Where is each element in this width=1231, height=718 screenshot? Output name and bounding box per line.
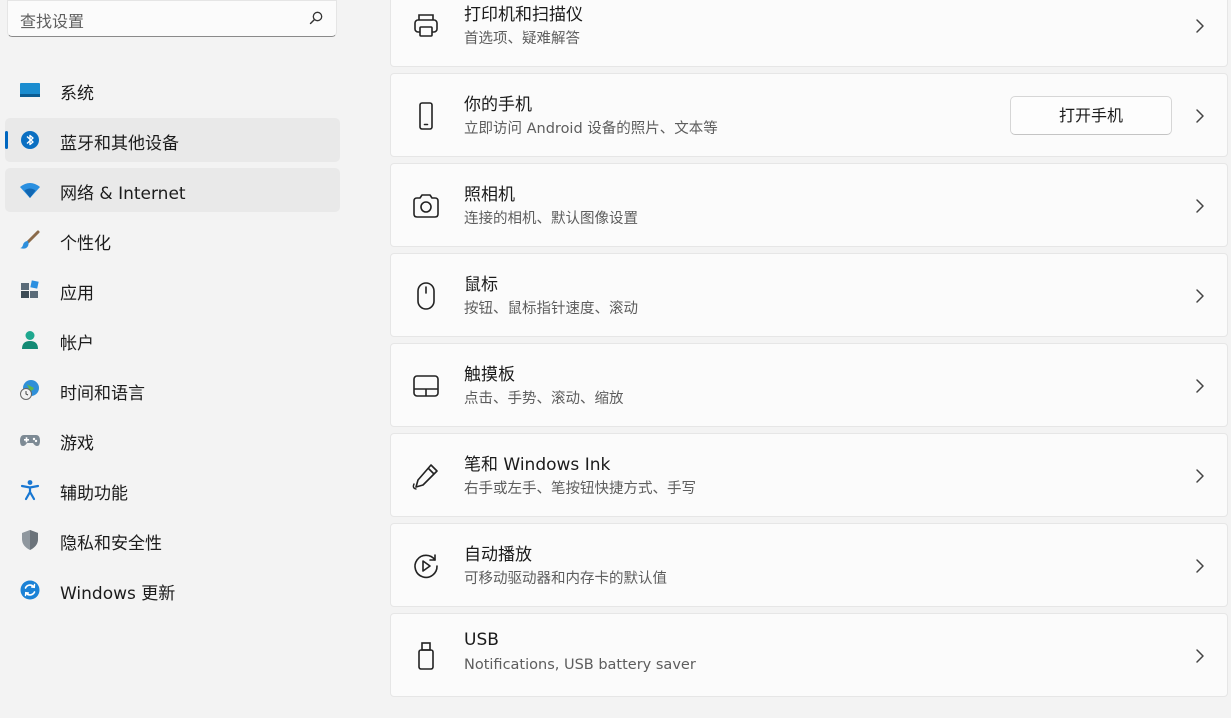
- search-input[interactable]: 查找设置: [20, 8, 84, 32]
- account-icon: [18, 329, 42, 351]
- sidebar-item-windows-update[interactable]: Windows 更新: [5, 568, 340, 612]
- printer-icon: [411, 12, 441, 40]
- pen-icon: [411, 462, 441, 490]
- update-icon: [18, 579, 42, 601]
- settings-card-your-phone[interactable]: 你的手机 立即访问 Android 设备的照片、文本等 打开手机: [390, 73, 1228, 157]
- accessibility-icon: [18, 479, 42, 501]
- card-title: 自动播放: [464, 545, 532, 565]
- mouse-icon: [411, 282, 441, 310]
- sidebar-item-gaming[interactable]: 游戏: [5, 418, 340, 462]
- card-subtitle: 立即访问 Android 设备的照片、文本等: [464, 121, 718, 137]
- sidebar-item-accounts[interactable]: 帐户: [5, 318, 340, 362]
- sidebar: 查找设置 系统 蓝牙和其他设备 网络 & Internet 个性化 应用 帐户 …: [0, 0, 380, 718]
- search-box[interactable]: 查找设置: [7, 0, 337, 37]
- sidebar-item-accessibility[interactable]: 辅助功能: [5, 468, 340, 512]
- wifi-icon: [18, 179, 42, 201]
- sidebar-item-system[interactable]: 系统: [5, 68, 340, 112]
- card-title: USB: [464, 630, 499, 650]
- chevron-right-icon: [1195, 558, 1205, 574]
- search-icon[interactable]: [308, 10, 324, 26]
- chevron-right-icon: [1195, 288, 1205, 304]
- open-phone-button[interactable]: 打开手机: [1010, 96, 1172, 135]
- chevron-right-icon: [1195, 378, 1205, 394]
- settings-card-usb[interactable]: USB Notifications, USB battery saver: [390, 613, 1228, 697]
- apps-icon: [18, 279, 42, 301]
- card-subtitle: 可移动驱动器和内存卡的默认值: [464, 571, 667, 587]
- card-subtitle: 连接的相机、默认图像设置: [464, 211, 638, 227]
- card-title: 笔和 Windows Ink: [464, 455, 611, 475]
- usb-icon: [411, 642, 441, 670]
- gamepad-icon: [18, 429, 42, 451]
- phone-icon: [411, 102, 441, 130]
- sidebar-item-label: 帐户: [60, 334, 94, 354]
- sidebar-item-label: 个性化: [60, 234, 111, 254]
- card-title: 打印机和扫描仪: [464, 5, 583, 25]
- card-title: 触摸板: [464, 365, 515, 385]
- autoplay-icon: [411, 552, 441, 580]
- sidebar-item-label: 应用: [60, 284, 94, 304]
- card-subtitle: 按钮、鼠标指针速度、滚动: [464, 301, 638, 317]
- card-subtitle: Notifications, USB battery saver: [464, 657, 696, 673]
- monitor-icon: [18, 79, 42, 101]
- touchpad-icon: [411, 372, 441, 400]
- sidebar-item-label: 网络 & Internet: [60, 184, 186, 204]
- sidebar-item-label: 辅助功能: [60, 484, 128, 504]
- sidebar-item-label: 时间和语言: [60, 384, 145, 404]
- chevron-right-icon: [1195, 648, 1205, 664]
- settings-card-touchpad[interactable]: 触摸板 点击、手势、滚动、缩放: [390, 343, 1228, 427]
- shield-icon: [18, 529, 42, 551]
- settings-card-autoplay[interactable]: 自动播放 可移动驱动器和内存卡的默认值: [390, 523, 1228, 607]
- card-title: 照相机: [464, 185, 515, 205]
- sidebar-item-bluetooth-devices[interactable]: 蓝牙和其他设备: [5, 118, 340, 162]
- sidebar-item-apps[interactable]: 应用: [5, 268, 340, 312]
- card-title: 你的手机: [464, 95, 532, 115]
- camera-icon: [411, 192, 441, 220]
- brush-icon: [18, 229, 42, 251]
- card-subtitle: 首选项、疑难解答: [464, 31, 580, 47]
- settings-card-printers[interactable]: 打印机和扫描仪 首选项、疑难解答: [390, 0, 1228, 67]
- card-subtitle: 右手或左手、笔按钮快捷方式、手写: [464, 481, 696, 497]
- globe-clock-icon: [18, 379, 42, 401]
- active-indicator: [5, 131, 8, 149]
- sidebar-item-network[interactable]: 网络 & Internet: [5, 168, 340, 212]
- sidebar-item-label: 系统: [60, 84, 94, 104]
- sidebar-item-privacy-security[interactable]: 隐私和安全性: [5, 518, 340, 562]
- chevron-right-icon: [1195, 18, 1205, 34]
- sidebar-item-label: 游戏: [60, 434, 94, 454]
- settings-card-pen-windows-ink[interactable]: 笔和 Windows Ink 右手或左手、笔按钮快捷方式、手写: [390, 433, 1228, 517]
- sidebar-item-personalization[interactable]: 个性化: [5, 218, 340, 262]
- card-title: 鼠标: [464, 275, 498, 295]
- bluetooth-icon: [18, 129, 42, 151]
- settings-card-camera[interactable]: 照相机 连接的相机、默认图像设置: [390, 163, 1228, 247]
- card-subtitle: 点击、手势、滚动、缩放: [464, 391, 624, 407]
- sidebar-item-label: Windows 更新: [60, 584, 176, 604]
- sidebar-item-label: 隐私和安全性: [60, 534, 162, 554]
- chevron-right-icon: [1195, 198, 1205, 214]
- sidebar-item-time-language[interactable]: 时间和语言: [5, 368, 340, 412]
- chevron-right-icon: [1195, 108, 1205, 124]
- sidebar-item-label: 蓝牙和其他设备: [60, 134, 179, 154]
- settings-card-mouse[interactable]: 鼠标 按钮、鼠标指针速度、滚动: [390, 253, 1228, 337]
- chevron-right-icon: [1195, 468, 1205, 484]
